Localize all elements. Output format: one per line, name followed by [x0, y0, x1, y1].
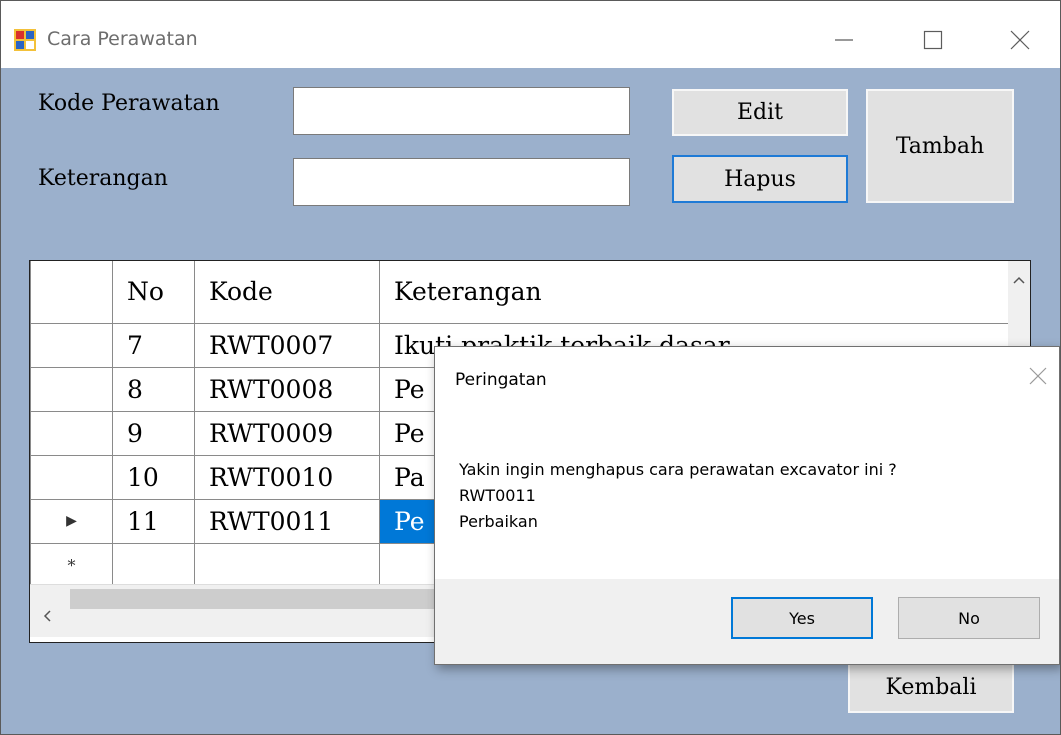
kode-perawatan-label: Kode Perawatan: [38, 91, 220, 116]
window-title: Cara Perawatan: [47, 28, 198, 50]
dialog-close-button[interactable]: [1023, 361, 1053, 391]
dialog-message-code: RWT0011: [459, 486, 536, 505]
dialog-footer: Yes No: [435, 579, 1059, 664]
close-button[interactable]: [990, 19, 1050, 61]
minimize-icon: [835, 39, 853, 41]
dialog-title: Peringatan: [455, 370, 547, 390]
row-header-corner: [30, 261, 113, 324]
close-icon: [1029, 367, 1047, 385]
row-header[interactable]: [30, 454, 113, 500]
row-header[interactable]: [30, 366, 113, 412]
cell-kode[interactable]: [194, 542, 380, 588]
row-header[interactable]: [30, 322, 113, 368]
cell-kode[interactable]: RWT0010: [194, 454, 380, 500]
scroll-up-icon[interactable]: [1008, 269, 1030, 291]
yes-button[interactable]: Yes: [731, 597, 873, 639]
cell-no[interactable]: 10: [112, 454, 195, 500]
close-icon: [1010, 30, 1030, 50]
cell-no[interactable]: 11: [112, 498, 195, 544]
kembali-button[interactable]: Kembali: [848, 661, 1014, 713]
keterangan-input[interactable]: [293, 158, 630, 206]
kode-perawatan-input[interactable]: [293, 87, 630, 135]
hapus-button[interactable]: Hapus: [672, 155, 848, 203]
column-header-keterangan[interactable]: Keterangan: [379, 261, 1012, 324]
tambah-button[interactable]: Tambah: [866, 89, 1014, 203]
current-row-arrow-icon[interactable]: ▶: [30, 498, 113, 544]
no-button[interactable]: No: [898, 597, 1040, 639]
app-icon: [14, 29, 36, 51]
maximize-icon: [923, 30, 943, 50]
new-row-icon[interactable]: *: [30, 542, 113, 588]
cell-kode[interactable]: RWT0008: [194, 366, 380, 412]
main-window: Cara Perawatan Kode Perawatan Keterangan…: [0, 0, 1061, 735]
dialog-message-desc: Perbaikan: [459, 512, 538, 531]
cell-kode[interactable]: RWT0009: [194, 410, 380, 456]
cell-no[interactable]: 9: [112, 410, 195, 456]
horizontal-scroll-thumb[interactable]: [70, 589, 470, 609]
cell-no[interactable]: [112, 542, 195, 588]
grid-header-row: No Kode Keterangan: [30, 261, 1012, 324]
cell-kode[interactable]: RWT0007: [194, 322, 380, 368]
column-header-kode[interactable]: Kode: [194, 261, 380, 324]
cell-no[interactable]: 8: [112, 366, 195, 412]
confirm-dialog: Peringatan Yakin ingin menghapus cara pe…: [434, 346, 1060, 665]
title-bar[interactable]: Cara Perawatan: [1, 1, 1060, 68]
row-header[interactable]: [30, 410, 113, 456]
cell-kode[interactable]: RWT0011: [194, 498, 380, 544]
cell-no[interactable]: 7: [112, 322, 195, 368]
keterangan-label: Keterangan: [38, 166, 168, 191]
maximize-button[interactable]: [903, 19, 963, 61]
scroll-left-icon[interactable]: [36, 605, 58, 627]
dialog-message: Yakin ingin menghapus cara perawatan exc…: [459, 460, 897, 479]
edit-button[interactable]: Edit: [672, 89, 848, 136]
column-header-no[interactable]: No: [112, 261, 195, 324]
minimize-button[interactable]: [814, 19, 874, 61]
